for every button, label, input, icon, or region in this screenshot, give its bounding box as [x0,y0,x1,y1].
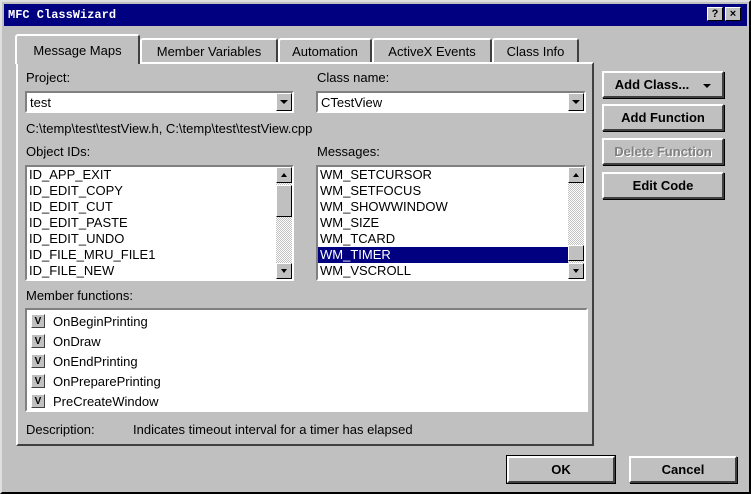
list-item-selected[interactable]: WM_TIMER [318,247,584,263]
virtual-badge-icon: V [31,374,45,388]
classwizard-dialog: MFC ClassWizard ? × Message Maps Member … [0,0,751,494]
chevron-down-icon [280,100,288,104]
list-item[interactable]: WM_SIZE [318,215,584,231]
description-text: Indicates timeout interval for a timer h… [133,422,413,437]
file-path: C:\temp\test\testView.h, C:\temp\test\te… [26,121,313,136]
messages-label: Messages: [317,144,380,159]
message-maps-panel: Project: test Class name: CTestView C:\t… [16,62,594,446]
messages-scrollbar[interactable] [568,167,584,279]
scroll-up-button[interactable] [276,167,292,183]
description-label: Description: [26,422,95,437]
list-item[interactable]: WM_SETCURSOR [318,167,584,183]
virtual-badge-icon: V [31,354,45,368]
list-item[interactable]: WM_TCARD [318,231,584,247]
arrow-down-icon [281,269,287,273]
list-item[interactable]: WM_SETFOCUS [318,183,584,199]
project-dropdown-button[interactable] [276,93,292,111]
window-title: MFC ClassWizard [8,8,117,22]
arrow-up-icon [573,173,579,177]
function-name: OnPreparePrinting [53,373,161,389]
title-bar[interactable]: MFC ClassWizard ? × [4,4,747,26]
list-item[interactable]: ID_FILE_NEW [27,263,292,279]
list-item[interactable]: ID_EDIT_PASTE [27,215,292,231]
list-item[interactable]: V PreCreateWindow [31,391,159,410]
scroll-down-button[interactable] [276,263,292,279]
close-button[interactable]: × [725,7,741,21]
class-name-label: Class name: [317,70,390,85]
project-combo[interactable]: test [25,91,294,113]
delete-function-button[interactable]: Delete Function [602,138,724,165]
object-ids-scrollbar[interactable] [276,167,292,279]
messages-list[interactable]: WM_SETCURSOR WM_SETFOCUS WM_SHOWWINDOW W… [316,165,586,281]
object-ids-list[interactable]: ID_APP_EXIT ID_EDIT_COPY ID_EDIT_CUT ID_… [25,165,294,281]
object-ids-label: Object IDs: [26,144,91,159]
list-item[interactable]: ID_EDIT_UNDO [27,231,292,247]
class-name-dropdown-button[interactable] [568,93,584,111]
list-item[interactable]: WM_SHOWWINDOW [318,199,584,215]
function-name: OnEndPrinting [53,353,138,369]
virtual-badge-icon: V [31,334,45,348]
cancel-button[interactable]: Cancel [629,456,737,483]
tab-member-variables[interactable]: Member Variables [140,38,278,62]
list-item[interactable]: WM_VSCROLL [318,263,584,279]
edit-code-button[interactable]: Edit Code [602,172,724,199]
arrow-down-icon [573,269,579,273]
ok-button[interactable]: OK [506,455,616,484]
member-functions-list[interactable]: V OnBeginPrinting V OnDraw V OnEndPrinti… [25,308,588,412]
project-label: Project: [26,70,71,85]
function-name: PreCreateWindow [53,393,159,409]
scroll-up-button[interactable] [568,167,584,183]
list-item[interactable]: V OnEndPrinting [31,351,138,371]
tab-message-maps[interactable]: Message Maps [15,34,140,64]
member-functions-label: Member functions: [26,288,133,303]
class-name-value: CTestView [321,95,383,110]
scroll-thumb[interactable] [568,245,584,261]
list-item[interactable]: ID_APP_EXIT [27,167,292,183]
function-name: OnDraw [53,333,101,349]
scroll-down-button[interactable] [568,263,584,279]
chevron-down-icon [572,100,580,104]
chevron-down-icon [703,77,712,92]
tab-class-info[interactable]: Class Info [492,38,579,62]
add-function-button[interactable]: Add Function [602,104,724,131]
virtual-badge-icon: V [31,394,45,408]
class-name-combo[interactable]: CTestView [316,91,586,113]
list-item[interactable]: ID_EDIT_CUT [27,199,292,215]
tab-automation[interactable]: Automation [278,38,372,62]
list-item[interactable]: V OnPreparePrinting [31,371,161,391]
list-item[interactable]: V OnBeginPrinting [31,311,148,331]
tab-activex-events[interactable]: ActiveX Events [372,38,492,62]
project-value: test [30,95,51,110]
add-class-label: Add Class... [614,77,690,92]
virtual-badge-icon: V [31,314,45,328]
arrow-up-icon [281,173,287,177]
function-name: OnBeginPrinting [53,313,148,329]
help-button[interactable]: ? [707,7,723,21]
list-item[interactable]: ID_FILE_MRU_FILE1 [27,247,292,263]
list-item[interactable]: V OnDraw [31,331,101,351]
scroll-thumb[interactable] [276,185,292,217]
add-class-button[interactable]: Add Class... [602,71,724,98]
list-item[interactable]: ID_EDIT_COPY [27,183,292,199]
